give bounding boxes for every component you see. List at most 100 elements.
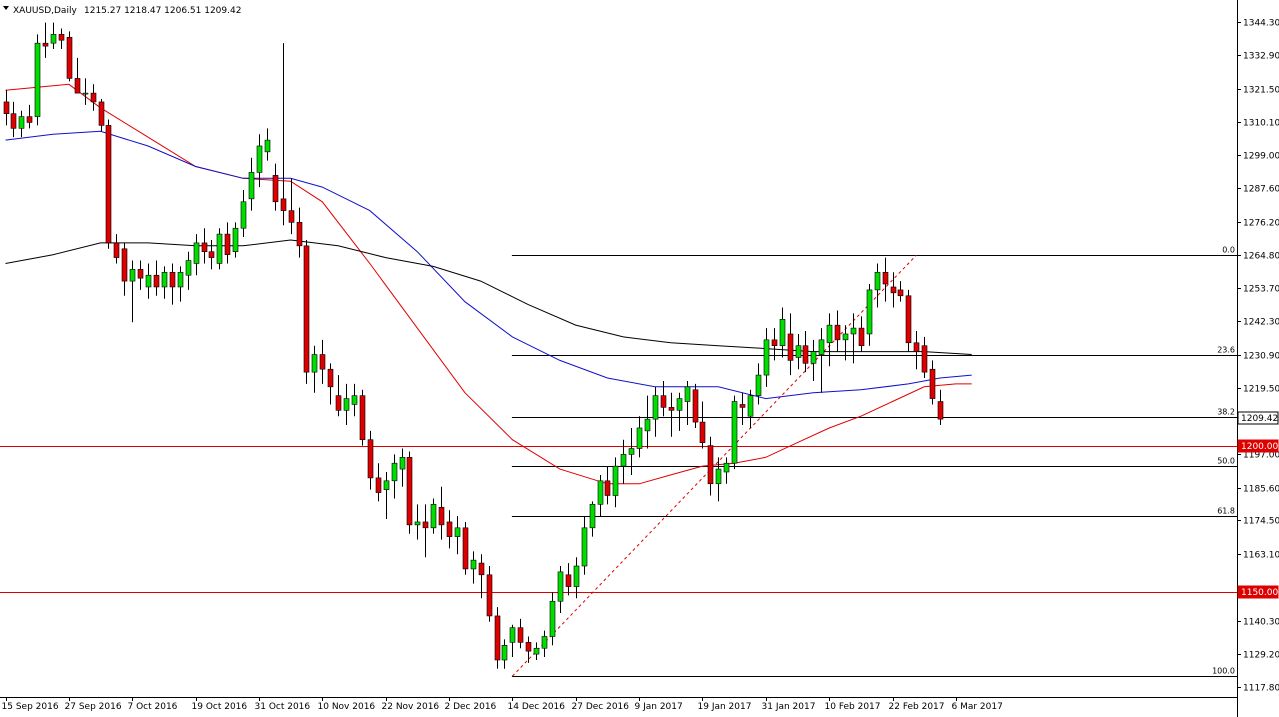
bearish-candle <box>10 113 17 129</box>
price-tick-label: 1344.30 <box>1243 19 1279 29</box>
time-tick-label: 15 Sep 2016 <box>2 702 59 712</box>
price-tick-label: 1219.50 <box>1243 385 1279 395</box>
bullish-candle <box>557 571 564 602</box>
bearish-candle <box>98 101 105 126</box>
bearish-candle <box>462 527 469 570</box>
bullish-candle <box>818 339 825 355</box>
bullish-candle <box>343 398 350 411</box>
fib-level-label: 38.2 <box>1217 408 1235 417</box>
time-tick-label: 22 Feb 2017 <box>889 702 945 712</box>
bearish-candle <box>58 34 65 41</box>
bullish-candle <box>232 227 239 253</box>
bullish-candle <box>763 339 770 376</box>
price-tick-label: 1174.50 <box>1243 517 1279 527</box>
bearish-candle <box>446 521 453 537</box>
bullish-candle <box>240 201 247 229</box>
price-tick-label: 1140.30 <box>1243 618 1279 628</box>
bearish-candle <box>153 274 160 288</box>
bearish-candle <box>802 345 809 364</box>
fib-level-label: 23.6 <box>1217 346 1235 355</box>
bullish-candle <box>414 521 421 526</box>
bearish-candle <box>692 389 699 423</box>
fib-level-label: 0.0 <box>1222 246 1235 255</box>
bullish-candle <box>216 233 223 264</box>
bearish-candle <box>858 327 865 347</box>
bearish-candle <box>113 242 120 258</box>
symbol-label: XAUUSD,Daily <box>13 6 77 16</box>
bearish-candle <box>169 271 176 288</box>
bullish-candle <box>193 242 200 264</box>
bullish-candle <box>430 504 437 529</box>
price-chart[interactable]: 0.0 23.6 38.2 50.0 61.8 100.0 1344.30 1332.90 1… <box>0 0 1279 717</box>
price-tick-label: 1310.10 <box>1243 119 1279 129</box>
bullish-candle <box>351 395 358 405</box>
bullish-candle <box>454 527 461 537</box>
bearish-candle <box>890 286 897 294</box>
bullish-candle <box>470 559 477 570</box>
bearish-candle <box>406 457 413 526</box>
bullish-candle <box>573 565 580 587</box>
bearish-candle <box>121 248 128 282</box>
bearish-candle <box>208 251 215 258</box>
bullish-candle <box>676 398 683 411</box>
bearish-candle <box>897 289 904 297</box>
price-tick-label: 1264.80 <box>1243 252 1279 262</box>
bullish-candle <box>620 454 627 467</box>
price-tick-label: 1242.30 <box>1243 318 1279 328</box>
price-tick-label: 1332.90 <box>1243 52 1279 62</box>
level-1200-tag: 1200.00 <box>1241 442 1278 452</box>
bullish-candle <box>549 600 556 637</box>
bullish-candle <box>509 627 516 643</box>
bearish-candle <box>272 175 279 203</box>
bearish-candle <box>3 101 10 114</box>
bullish-candle <box>747 395 754 417</box>
chart-header: XAUUSD,Daily 1215.27 1218.47 1206.51 120… <box>3 6 241 16</box>
bearish-candle <box>771 339 778 347</box>
time-tick-label: 6 Mar 2017 <box>952 702 1003 712</box>
bearish-candle <box>42 42 49 47</box>
bullish-candle <box>589 504 596 529</box>
bearish-candle <box>834 324 841 341</box>
bearish-candle <box>280 198 287 211</box>
level-1150-tag: 1150.00 <box>1241 588 1278 598</box>
time-tick-label: 2 Dec 2016 <box>445 702 497 712</box>
bearish-candle <box>359 395 366 441</box>
bearish-candle <box>882 271 889 285</box>
price-tick-label: 1321.50 <box>1243 86 1279 96</box>
bullish-candle <box>533 647 540 655</box>
price-tick-label: 1253.70 <box>1243 285 1279 295</box>
chart-background <box>0 0 1279 717</box>
bearish-candle <box>66 37 73 79</box>
bearish-candle <box>921 345 928 373</box>
bearish-candle <box>929 368 936 399</box>
time-tick-label: 19 Oct 2016 <box>192 702 248 712</box>
bullish-candle <box>597 480 604 505</box>
bearish-candle <box>303 245 310 373</box>
bullish-candle <box>18 116 25 129</box>
time-tick-label: 10 Nov 2016 <box>318 702 376 712</box>
price-tick-label: 1129.20 <box>1243 651 1279 661</box>
bullish-candle <box>185 260 192 276</box>
bearish-candle <box>699 421 706 443</box>
time-tick-label: 27 Dec 2016 <box>572 702 630 712</box>
ohlc-readout: 1215.27 1218.47 1206.51 1209.42 <box>84 6 241 16</box>
time-tick-label: 31 Oct 2016 <box>255 702 311 712</box>
bullish-candle <box>866 289 873 335</box>
bullish-candle <box>628 448 635 455</box>
bearish-candle <box>787 333 794 361</box>
fib-level-label: 50.0 <box>1217 457 1235 466</box>
time-tick-label: 27 Sep 2016 <box>65 702 122 712</box>
bearish-candle <box>905 295 912 344</box>
bearish-candle <box>26 116 33 123</box>
bearish-candle <box>296 222 303 247</box>
bearish-candle <box>660 395 667 408</box>
bullish-candle <box>145 274 152 288</box>
bearish-candle <box>486 574 493 617</box>
bullish-candle <box>842 333 849 341</box>
fib-level-label: 61.8 <box>1217 507 1235 516</box>
bullish-candle <box>383 480 390 490</box>
time-tick-label: 7 Oct 2016 <box>128 702 178 712</box>
bearish-candle <box>517 627 524 643</box>
price-tick-label: 1276.20 <box>1243 219 1279 229</box>
bullish-candle <box>779 318 786 347</box>
